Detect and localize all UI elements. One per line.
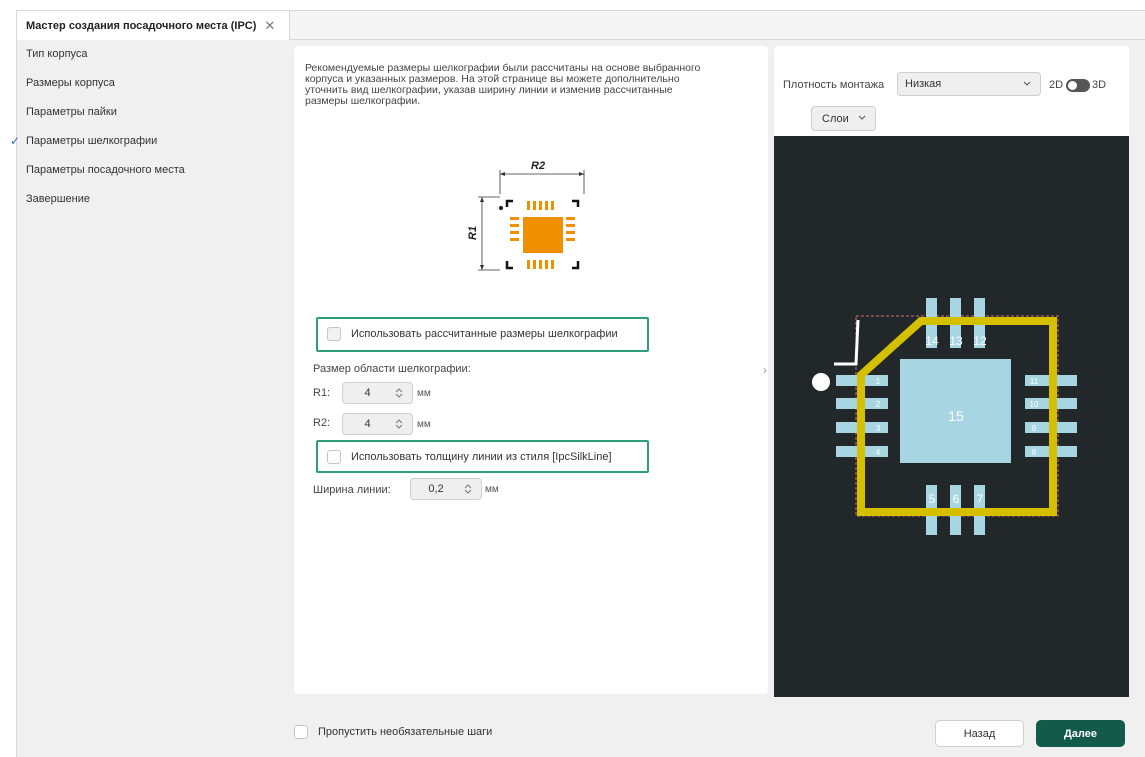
density-value: Низкая <box>905 78 942 90</box>
silkscreen-diagram: R2 R1 <box>467 160 585 271</box>
pad-label-10: 10 <box>1030 400 1039 409</box>
pad-label-1: 1 <box>876 377 881 386</box>
nav-item-label: Завершение <box>26 193 90 205</box>
r1-field-label: R1: <box>313 387 331 399</box>
r2-value: 4 <box>364 418 371 430</box>
tab-ipc-wizard[interactable]: Мастер создания посадочного места (IPC) … <box>17 11 290 40</box>
tab-bar: Мастер создания посадочного места (IPC) … <box>17 11 1145 40</box>
pad-label-3: 3 <box>876 424 881 433</box>
use-style-thickness-checkbox[interactable]: Использовать толщину линии из стиля [Ipc… <box>327 450 612 464</box>
pad-label-8: 8 <box>1032 448 1037 457</box>
r1-stepper[interactable]: 4 <box>342 382 413 404</box>
checkbox-box[interactable] <box>327 450 341 464</box>
nav-item-label: Размеры корпуса <box>26 77 115 89</box>
use-calculated-checkbox[interactable]: Использовать рассчитанные размеры шелког… <box>327 327 618 341</box>
r1-value: 4 <box>364 387 371 399</box>
pad-label-15: 15 <box>948 408 964 424</box>
chevron-down-icon <box>858 115 866 120</box>
nav-item-solder-params[interactable]: Параметры пайки <box>8 98 278 127</box>
preview-panel: Плотность монтажа Низкая 2D 3D Слои 14 1… <box>774 46 1129 697</box>
next-button[interactable]: Далее <box>1036 720 1125 747</box>
density-label: Плотность монтажа <box>783 79 885 91</box>
line-width-value: 0,2 <box>428 483 444 495</box>
nav-item-label: Параметры шелкографии <box>26 135 158 147</box>
stepper-arrows-icon[interactable] <box>461 483 475 495</box>
toggle-knob <box>1068 81 1077 90</box>
description-text: Рекомендуемые размеры шелкографии были р… <box>305 63 755 107</box>
checkbox-box[interactable] <box>327 327 341 341</box>
settings-panel: Рекомендуемые размеры шелкографии были р… <box>294 46 768 694</box>
pad-label-12: 12 <box>973 334 987 348</box>
pin1-marker <box>812 373 830 391</box>
pad-label-6: 6 <box>953 492 960 506</box>
pad-label-13: 13 <box>949 334 963 348</box>
checkmark-icon: ✓ <box>10 134 21 148</box>
chevron-down-icon <box>1023 81 1031 86</box>
area-size-label: Размер области шелкографии: <box>313 363 471 375</box>
layers-button[interactable]: Слои <box>811 106 876 131</box>
nav-item-package-size[interactable]: Размеры корпуса <box>8 69 278 98</box>
pad-label-7: 7 <box>977 492 984 506</box>
back-button[interactable]: Назад <box>935 720 1024 747</box>
skip-optional-checkbox[interactable]: Пропустить необязательные шаги <box>294 725 492 739</box>
checkbox-label: Пропустить необязательные шаги <box>318 726 493 738</box>
wizard-steps-nav: Тип корпуса Размеры корпуса Параметры па… <box>8 40 278 214</box>
close-icon[interactable]: ✕ <box>264 18 275 34</box>
density-select[interactable]: Низкая <box>897 72 1041 96</box>
line-width-unit: мм <box>485 484 499 495</box>
checkbox-label: Использовать рассчитанные размеры шелког… <box>351 328 618 340</box>
r1-unit: мм <box>417 388 431 399</box>
layers-label: Слои <box>822 112 849 125</box>
line-width-label: Ширина линии: <box>313 484 391 496</box>
r1-label: R1 <box>467 226 479 240</box>
footprint-canvas[interactable]: 14 13 12 5 6 7 15 1 2 3 4 8 9 10 11 <box>774 136 1129 697</box>
footprint-preview: 14 13 12 5 6 7 15 1 2 3 4 8 9 10 11 <box>812 298 1077 535</box>
r2-label: R2 <box>531 160 545 172</box>
line-width-stepper[interactable]: 0,2 <box>410 478 482 500</box>
nav-item-silk-params[interactable]: ✓ Параметры шелкографии <box>8 127 278 156</box>
pad-label-14: 14 <box>925 334 939 348</box>
mode-2d-label: 2D <box>1049 79 1064 91</box>
r2-field-label: R2: <box>313 417 331 429</box>
view-mode-toggle[interactable] <box>1066 79 1090 92</box>
checkbox-box[interactable] <box>294 725 308 739</box>
nav-item-footprint-params[interactable]: Параметры посадочного места <box>8 156 278 185</box>
r2-unit: мм <box>417 419 431 430</box>
pad-label-2: 2 <box>876 400 881 409</box>
nav-item-label: Параметры посадочного места <box>26 164 185 176</box>
checkbox-label: Использовать толщину линии из стиля [Ipc… <box>351 451 612 463</box>
pad-label-11: 11 <box>1030 377 1039 386</box>
r2-stepper[interactable]: 4 <box>342 413 413 435</box>
nav-item-label: Тип корпуса <box>26 48 88 60</box>
pad-label-5: 5 <box>929 492 936 506</box>
mode-3d-label: 3D <box>1092 79 1107 91</box>
pad-label-4: 4 <box>876 448 881 457</box>
nav-item-label: Параметры пайки <box>26 106 117 118</box>
pad-label-9: 9 <box>1032 424 1037 433</box>
stepper-arrows-icon[interactable] <box>392 418 406 430</box>
stepper-arrows-icon[interactable] <box>392 387 406 399</box>
nav-item-package-type[interactable]: Тип корпуса <box>8 40 278 69</box>
nav-item-finish[interactable]: Завершение <box>8 185 278 214</box>
description-line: размеры шелкографии. <box>305 95 421 107</box>
tab-title: Мастер создания посадочного места (IPC) <box>26 19 257 32</box>
chevron-right-icon[interactable]: › <box>763 363 767 377</box>
